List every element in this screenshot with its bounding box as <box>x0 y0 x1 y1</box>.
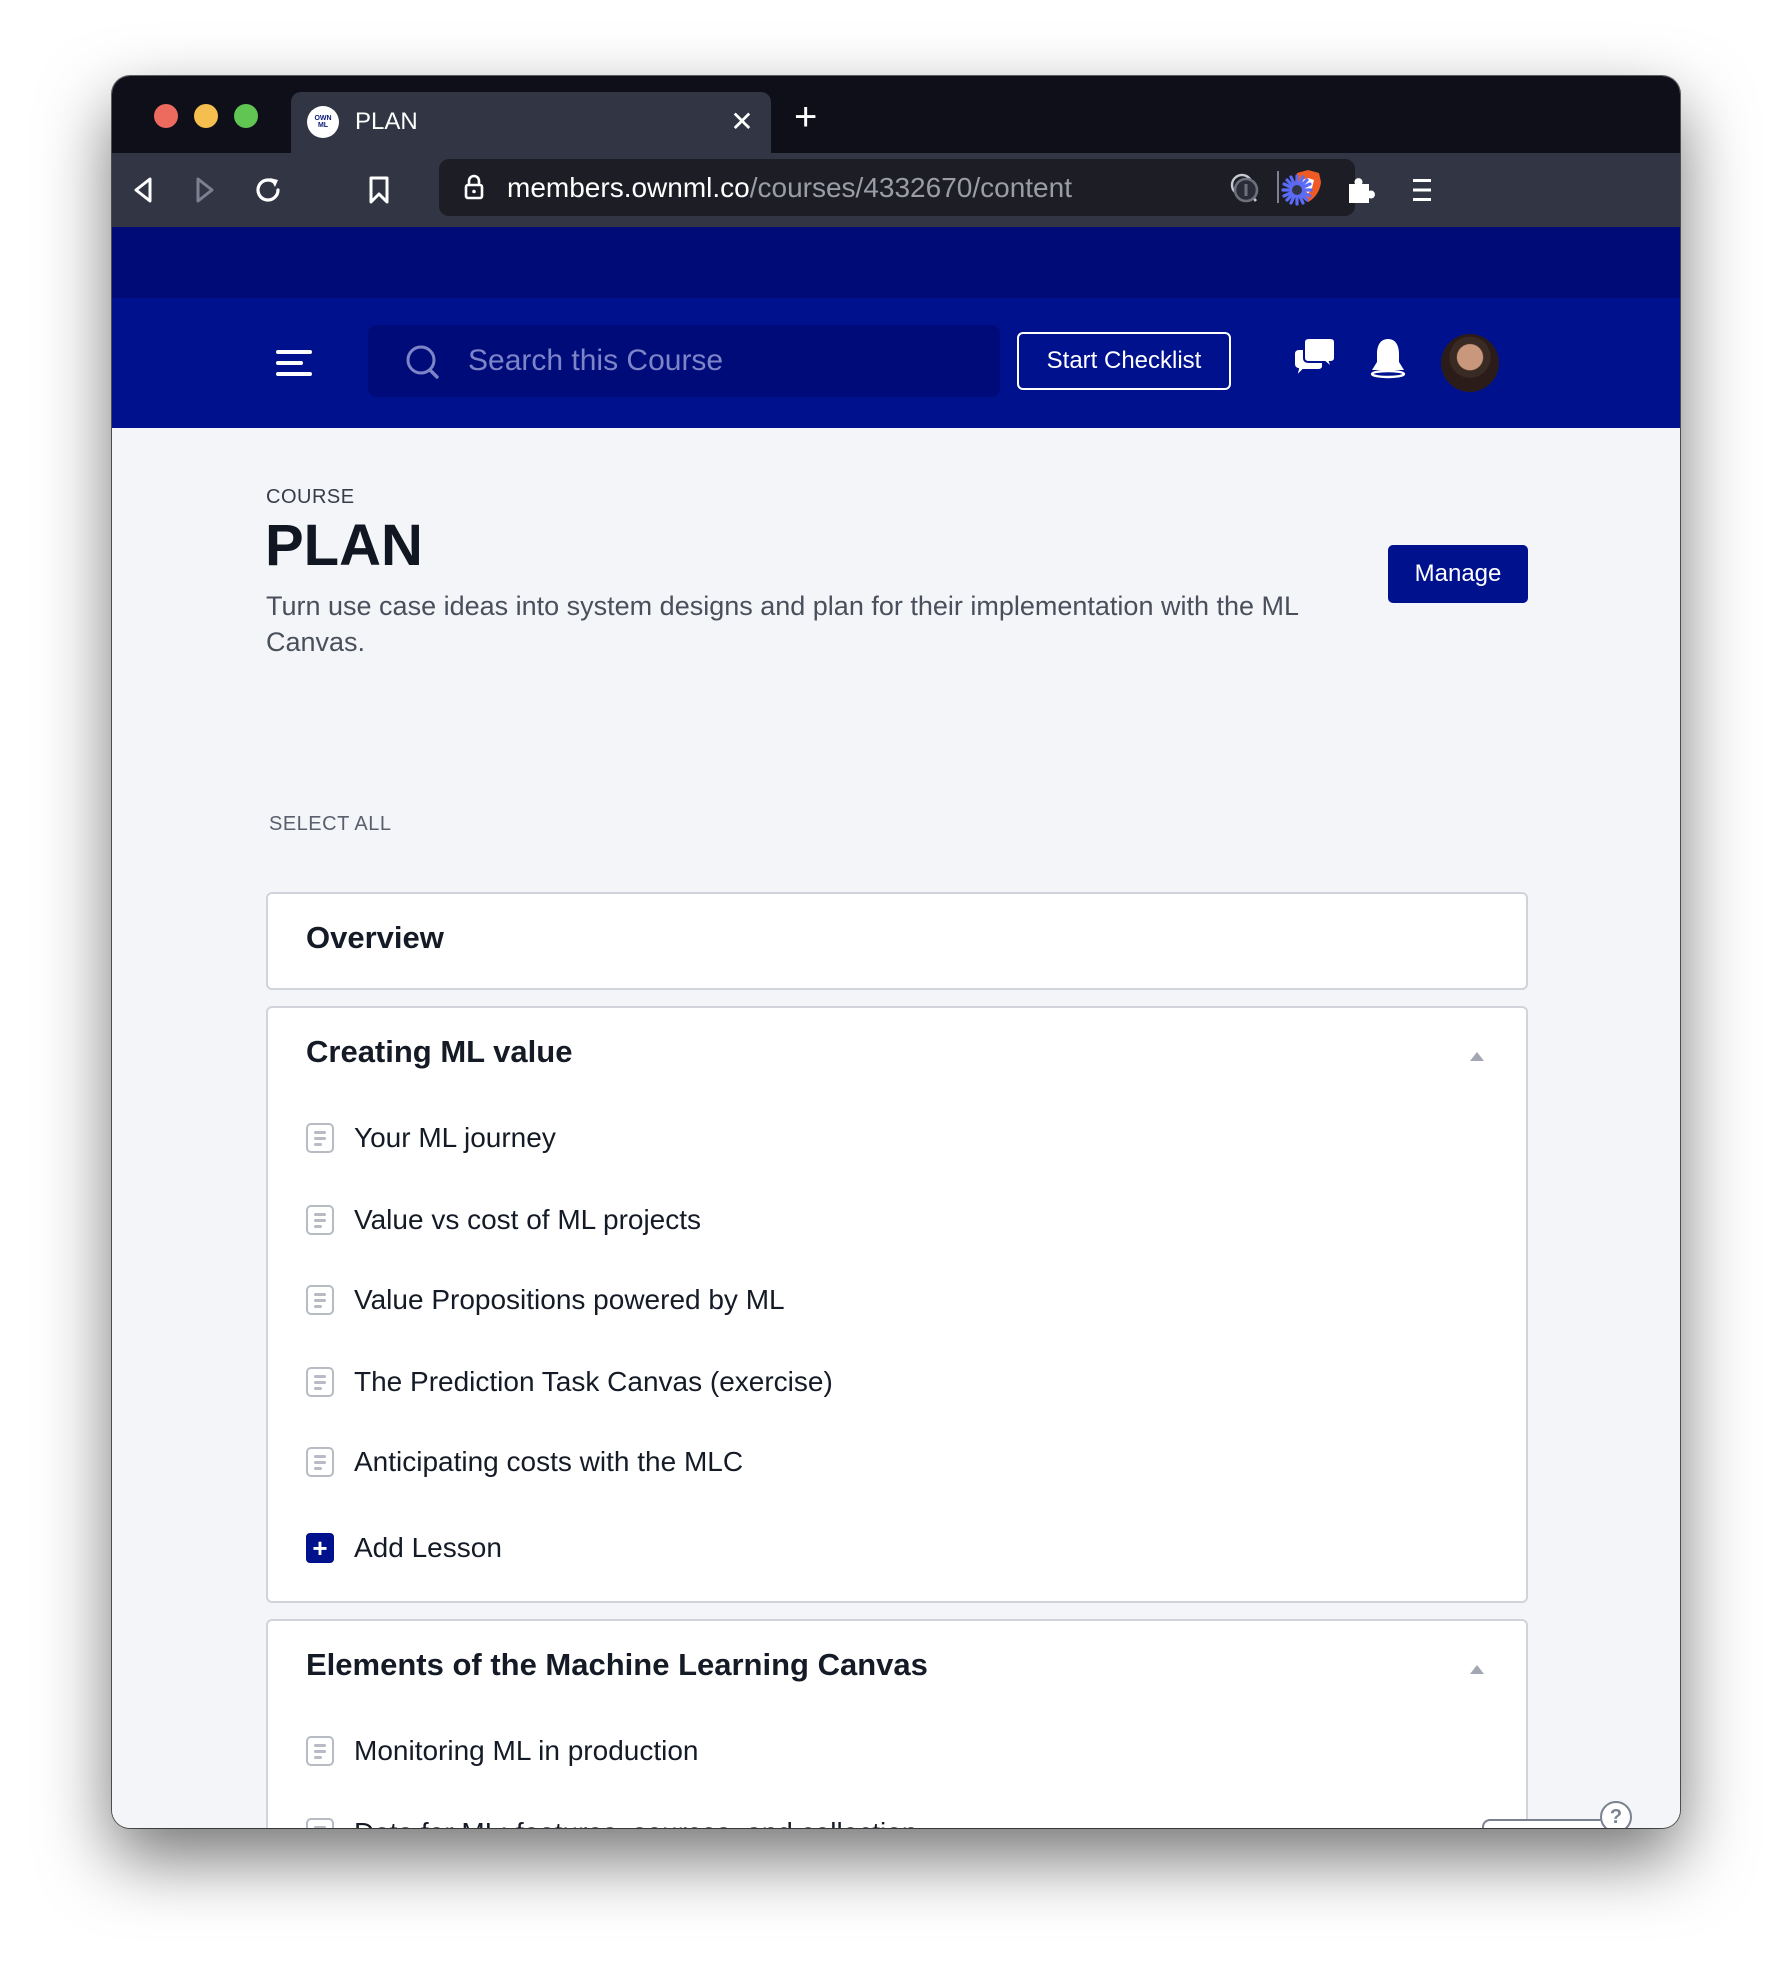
section-card-elements-ml-canvas: Elements of the Machine Learning Canvas … <box>266 1619 1528 1828</box>
section-title[interactable]: Overview <box>306 920 444 956</box>
text-lesson-icon <box>306 1818 334 1828</box>
add-lesson-button[interactable]: + Add Lesson <box>306 1528 502 1568</box>
lock-icon <box>463 173 485 206</box>
new-tab-button[interactable]: + <box>794 97 817 137</box>
extension-sparkle-icon[interactable] <box>1278 171 1316 209</box>
text-lesson-icon <box>306 1123 334 1153</box>
password-manager-icon[interactable] <box>1227 171 1265 209</box>
site-header: Start Checklist <box>112 298 1680 428</box>
collapse-caret-icon[interactable] <box>1470 1052 1484 1061</box>
reload-icon[interactable] <box>249 171 287 209</box>
text-lesson-icon <box>306 1736 334 1766</box>
maximize-window-button[interactable] <box>234 104 258 128</box>
favicon-text: ML <box>317 122 329 129</box>
menu-icon[interactable] <box>1403 171 1441 209</box>
browser-toolbar: members.ownml.co/courses/4332670/content <box>112 153 1680 227</box>
user-avatar[interactable] <box>1441 334 1499 392</box>
lesson-title: Monitoring ML in production <box>354 1735 699 1766</box>
text-lesson-icon <box>306 1367 334 1397</box>
tab-close-icon[interactable]: ✕ <box>727 104 757 140</box>
browser-window: OWN ML PLAN ✕ + members.ownml.co/courses… <box>112 76 1680 1828</box>
section-card-overview[interactable]: Overview <box>266 892 1528 990</box>
page-title: PLAN <box>265 513 423 578</box>
add-lesson-label: Add Lesson <box>354 1532 502 1563</box>
announcement-strip <box>112 227 1680 298</box>
browser-tab-active[interactable]: OWN ML PLAN ✕ <box>291 92 771 153</box>
chat-icon[interactable] <box>1292 336 1338 387</box>
back-icon[interactable] <box>124 171 162 209</box>
address-bar[interactable]: members.ownml.co/courses/4332670/content <box>439 159 1355 216</box>
lesson-item[interactable]: The Prediction Task Canvas (exercise) <box>306 1362 833 1402</box>
search-icon <box>406 345 439 379</box>
tab-strip: OWN ML PLAN ✕ + <box>112 76 1680 153</box>
extensions-puzzle-icon[interactable] <box>1341 171 1379 209</box>
lesson-item[interactable]: Value Propositions powered by ML <box>306 1280 785 1320</box>
favicon-text: OWN <box>314 115 332 122</box>
lesson-title: The Prediction Task Canvas (exercise) <box>354 1366 833 1397</box>
manage-button[interactable]: Manage <box>1388 545 1528 603</box>
lesson-item[interactable]: Anticipating costs with the MLC <box>306 1442 743 1482</box>
text-lesson-icon <box>306 1447 334 1477</box>
course-content: COURSE PLAN Turn use case ideas into sys… <box>112 428 1680 1828</box>
lesson-item[interactable]: Value vs cost of ML projects <box>306 1200 701 1240</box>
url-text: members.ownml.co/courses/4332670/content <box>507 172 1072 204</box>
lesson-title: Data for ML: features, sources, and coll… <box>354 1817 917 1828</box>
lesson-title: Anticipating costs with the MLC <box>354 1446 744 1477</box>
text-lesson-icon <box>306 1285 334 1315</box>
host-help-button[interactable]: Host Help <box>1482 1819 1620 1828</box>
collapse-caret-icon[interactable] <box>1470 1665 1484 1674</box>
course-label: COURSE <box>266 486 355 508</box>
section-title[interactable]: Creating ML value <box>306 1034 572 1070</box>
minimize-window-button[interactable] <box>194 104 218 128</box>
help-question-icon[interactable]: ? <box>1600 1801 1632 1828</box>
lesson-item[interactable]: Monitoring ML in production <box>306 1731 698 1771</box>
close-window-button[interactable] <box>154 104 178 128</box>
text-lesson-icon <box>306 1205 334 1235</box>
lesson-item[interactable]: Your ML journey <box>306 1118 556 1158</box>
site-favicon: OWN ML <box>307 106 339 138</box>
bookmark-icon[interactable] <box>360 171 398 209</box>
notifications-bell-icon[interactable] <box>1368 336 1408 385</box>
forward-icon[interactable] <box>186 171 224 209</box>
url-host: members.ownml.co <box>507 172 750 203</box>
section-title[interactable]: Elements of the Machine Learning Canvas <box>306 1647 928 1683</box>
plus-icon: + <box>306 1533 334 1563</box>
lesson-title: Value Propositions powered by ML <box>354 1284 785 1315</box>
course-search <box>368 325 1000 397</box>
hamburger-menu-icon[interactable] <box>276 349 312 377</box>
select-all-link[interactable]: SELECT ALL <box>269 813 391 836</box>
lesson-item[interactable]: Data for ML: features, sources, and coll… <box>306 1813 917 1828</box>
tab-title: PLAN <box>355 108 418 135</box>
url-path: /courses/4332670/content <box>749 172 1072 203</box>
search-input[interactable] <box>468 325 988 397</box>
course-description: Turn use case ideas into system designs … <box>266 591 1299 657</box>
lesson-title: Your ML journey <box>354 1122 556 1153</box>
start-checklist-button[interactable]: Start Checklist <box>1017 332 1231 390</box>
section-card-creating-ml-value: Creating ML value Your ML journey Value … <box>266 1006 1528 1603</box>
lesson-title: Value vs cost of ML projects <box>354 1204 702 1235</box>
